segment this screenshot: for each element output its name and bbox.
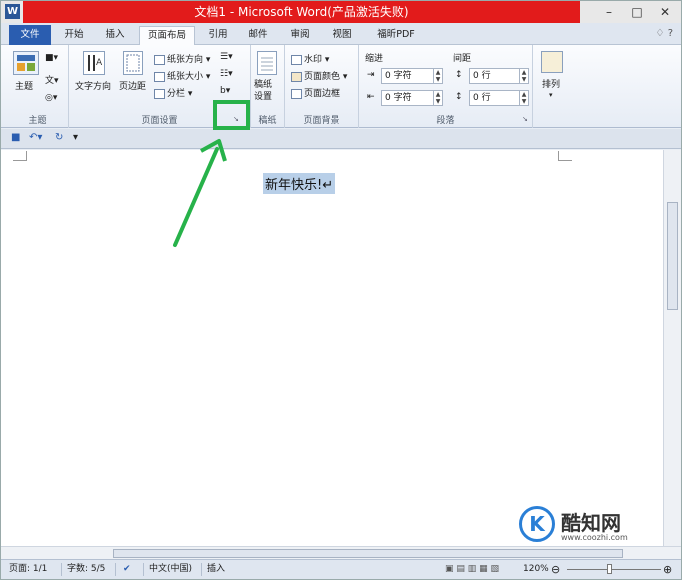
zoom-level[interactable]: 120% (523, 560, 549, 579)
spacing-heading: 间距 (453, 54, 472, 64)
view-buttons-icon[interactable]: ▣ ▤ ▥ ▦ ▧ (445, 560, 499, 579)
paragraph-dialog-launcher-icon[interactable]: ↘ (522, 115, 528, 123)
page-borders-button[interactable]: 页面边框 (291, 86, 340, 99)
spacing-before-icon: ↕ (455, 70, 463, 80)
quick-access-toolbar: ■ ↶▾ ↻ ▾ (1, 129, 681, 149)
document-text[interactable]: 新年快乐!↵ (263, 173, 336, 194)
arrange-icon[interactable] (541, 51, 563, 73)
group-page-background-label: 页面背景 (303, 116, 340, 126)
tab-insert[interactable]: 插入 (98, 26, 132, 45)
indent-left-icon: ⇥ (367, 70, 375, 80)
svg-text:A: A (96, 58, 103, 68)
group-draft-label: 稿纸 (258, 116, 277, 126)
line-numbers-icon[interactable]: ☷▾ (220, 69, 233, 79)
tab-home[interactable]: 开始 (57, 26, 91, 45)
watermark-url: www.coozhi.com (561, 533, 628, 542)
page-corner-mark (13, 151, 27, 161)
proofing-icon[interactable]: ✔ (123, 560, 131, 579)
status-language[interactable]: 中文(中国) (149, 560, 192, 579)
text-direction-icon[interactable]: A (83, 51, 105, 75)
theme-button-label[interactable]: 主题 (15, 79, 33, 92)
document-area[interactable] (1, 150, 663, 546)
redo-icon[interactable]: ↻ (55, 132, 63, 143)
theme-colors-icon[interactable]: ■▾ (45, 53, 58, 63)
spacing-before-input[interactable]: 0 行 ▲ ▼ (469, 68, 529, 84)
status-page[interactable]: 页面: 1/1 (9, 560, 47, 579)
page-color-icon (291, 71, 302, 82)
margins-icon[interactable] (123, 51, 143, 75)
status-insert-mode[interactable]: 插入 (207, 560, 225, 579)
group-draft: 稿纸 设置 稿纸 (251, 45, 285, 128)
tab-mailings[interactable]: 邮件 (241, 26, 275, 45)
vertical-scroll-thumb[interactable] (667, 202, 678, 310)
watermark-button[interactable]: 水印 ▾ (291, 52, 329, 65)
status-bar: 页面: 1/1 字数: 5/5 ✔ 中文(中国) 插入 ▣ ▤ ▥ ▦ ▧ 12… (1, 559, 681, 579)
page-color-button[interactable]: 页面颜色 ▾ (291, 69, 347, 82)
indent-left-input[interactable]: 0 字符 ▲ ▼ (381, 68, 443, 84)
spacing-after-icon: ↕ (455, 92, 463, 102)
page-corner-mark (558, 151, 572, 161)
word-app-icon[interactable]: W (5, 4, 20, 19)
indent-right-input[interactable]: 0 字符 ▲ ▼ (381, 90, 443, 106)
coozhi-logo-icon: K (519, 506, 555, 542)
ribbon-tabs: 文件 开始 插入 页面布局 引用 邮件 审阅 视图 福昕PDF ♢ ? (1, 23, 681, 46)
status-word-count[interactable]: 字数: 5/5 (67, 560, 105, 579)
orientation-icon (154, 54, 165, 65)
title-bar: W 文档1 - Microsoft Word(产品激活失败) – □ ✕ (1, 1, 681, 23)
tab-review[interactable]: 审阅 (283, 26, 317, 45)
minimize-button[interactable]: – (595, 1, 623, 23)
tab-foxit-pdf[interactable]: 福昕PDF (367, 26, 425, 45)
group-paragraph-label: 段落 (436, 116, 455, 126)
close-button[interactable]: ✕ (651, 1, 679, 23)
help-icons[interactable]: ♢ ? (656, 28, 673, 39)
orientation-button[interactable]: 纸张方向 ▾ (154, 52, 210, 65)
watermark-icon (291, 54, 302, 65)
theme-icon[interactable] (13, 51, 39, 75)
margins-button[interactable]: 页边距 (119, 79, 146, 92)
zoom-slider[interactable] (567, 569, 661, 570)
window-title: 文档1 - Microsoft Word(产品激活失败) (194, 5, 409, 19)
columns-icon (154, 88, 165, 99)
group-paragraph: 缩进 间距 ⇥ 0 字符 ▲ ▼ ⇤ 0 字符 ▲ ▼ ↕ 0 行 ▲ ▼ ↕ 0 行 ▲ ▼ … (359, 45, 533, 128)
zoom-in-icon[interactable]: ⊕ (663, 560, 672, 579)
tab-file[interactable]: 文件 (9, 25, 51, 45)
watermark-name: 酷知网 (561, 511, 621, 535)
indent-heading: 缩进 (365, 54, 384, 64)
indent-right-icon: ⇤ (367, 92, 375, 102)
columns-button[interactable]: 分栏 ▾ (154, 86, 192, 99)
save-icon[interactable]: ■ (11, 132, 20, 143)
zoom-out-icon[interactable]: ⊖ (551, 560, 560, 579)
tab-page-layout[interactable]: 页面布局 (139, 26, 195, 46)
maximize-button[interactable]: □ (623, 1, 651, 23)
page-borders-icon (291, 88, 302, 99)
arrange-dropdown-icon[interactable]: ▾ (549, 91, 553, 99)
group-arrange: 排列 ▾ (533, 45, 573, 128)
spacing-after-input[interactable]: 0 行 ▲ ▼ (469, 90, 529, 106)
vertical-scrollbar[interactable] (663, 150, 681, 546)
draft-paper-icon[interactable] (257, 51, 277, 75)
text-direction-button[interactable]: 文字方向 (75, 79, 111, 92)
arrange-button[interactable]: 排列 (542, 77, 560, 90)
ribbon: 主题 ■▾ 文▾ ◎▾ 主题 A 文字方向 页边距 纸张方向 ▾ 纸张大小 ▾ … (1, 45, 681, 128)
breaks-icon[interactable]: ☰▾ (220, 52, 233, 62)
undo-icon[interactable]: ↶▾ (29, 132, 42, 143)
zoom-slider-thumb[interactable] (607, 564, 612, 574)
draft-paper-setup-button[interactable]: 稿纸 设置 (254, 79, 272, 103)
hyphenation-icon[interactable]: b▾ (220, 86, 230, 96)
word-window: W 文档1 - Microsoft Word(产品激活失败) – □ ✕ 文件 … (0, 0, 682, 580)
tab-references[interactable]: 引用 (201, 26, 235, 45)
group-theme-label: 主题 (28, 116, 47, 126)
group-theme: 主题 ■▾ 文▾ ◎▾ 主题 (7, 45, 69, 128)
paper-size-button[interactable]: 纸张大小 ▾ (154, 69, 210, 82)
theme-fonts-icon[interactable]: 文▾ (45, 73, 59, 86)
highlight-box (213, 100, 250, 130)
site-watermark: K 酷知网 www.coozhi.com (509, 506, 659, 556)
theme-effects-icon[interactable]: ◎▾ (45, 93, 57, 103)
tab-view[interactable]: 视图 (325, 26, 359, 45)
paper-size-icon (154, 71, 165, 82)
group-page-background: 水印 ▾ 页面颜色 ▾ 页面边框 页面背景 (285, 45, 359, 128)
customize-qat-icon[interactable]: ▾ (73, 132, 78, 143)
